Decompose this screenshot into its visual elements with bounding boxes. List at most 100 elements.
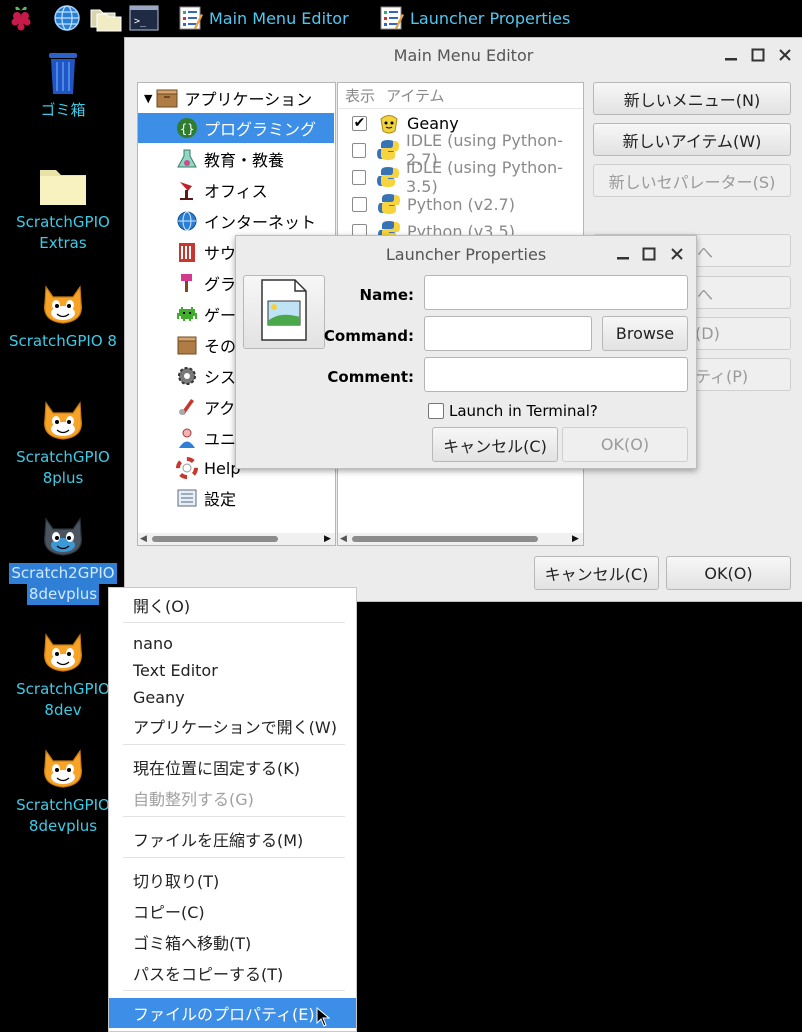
desktop-icon-label: ScratchGPIO 8 <box>9 332 117 350</box>
scrollbar-thumb[interactable] <box>152 536 278 542</box>
scrollbar-thumb[interactable] <box>352 536 538 542</box>
minimize-icon[interactable] <box>610 236 636 272</box>
desktop-icon-label: 8dev <box>44 701 82 719</box>
geany-icon <box>377 111 401 135</box>
command-input[interactable] <box>424 316 592 351</box>
desktop-icon-scratchgpio-8[interactable]: ScratchGPIO 8 <box>0 281 126 352</box>
tree-item-label: ゲー <box>204 306 237 325</box>
taskbar-task-label: Launcher Properties <box>410 8 571 28</box>
menu-item-cut[interactable]: 切り取り(T) <box>109 866 356 894</box>
menu-item-nano[interactable]: nano <box>109 629 356 657</box>
show-checkbox[interactable] <box>352 169 366 185</box>
menu-item-copy[interactable]: コピー(C) <box>109 897 356 925</box>
tree-item-label: サウ <box>204 244 237 263</box>
desktop-icon-label: ScratchGPIO <box>16 796 110 814</box>
tree-item-office[interactable]: オフィス <box>138 175 334 205</box>
file-manager-icon[interactable] <box>89 3 123 33</box>
scratch-cat-icon <box>37 397 89 443</box>
scroll-left-icon[interactable]: ◀ <box>140 534 147 544</box>
menu-item-auto-arrange[interactable]: 自動整列する(G) <box>109 784 356 812</box>
menu-separator <box>123 857 345 858</box>
new-item-button[interactable]: 新しいアイテム(W) <box>593 123 791 156</box>
menu-item-move-to-trash[interactable]: ゴミ箱へ移動(T) <box>109 928 356 956</box>
scroll-right-icon[interactable]: ▶ <box>324 534 331 544</box>
list-item[interactable]: IDLE (using Python-3.5) <box>338 158 580 196</box>
terminal-icon[interactable]: >_ <box>129 3 159 33</box>
list-item[interactable]: Python (v2.7) <box>338 191 580 217</box>
column-header-show[interactable]: 表示 <box>338 85 382 106</box>
desktop-icon-trash[interactable]: ゴミ箱 <box>0 50 126 121</box>
desktop-icon-label: Extras <box>39 234 87 252</box>
tree-item-programming[interactable]: {} プログラミング <box>138 113 334 143</box>
ok-button[interactable]: OK(O) <box>562 427 688 462</box>
desktop-icon-scratchgpio-extras[interactable]: ScratchGPIO Extras <box>0 162 126 254</box>
column-header-item[interactable]: アイテム <box>382 85 445 106</box>
tree-item-label: プログラミング <box>204 120 317 139</box>
menu-item-geany[interactable]: Geany <box>109 683 356 711</box>
cancel-button[interactable]: キャンセル(C) <box>432 427 558 462</box>
comment-input[interactable] <box>424 357 688 392</box>
games-icon <box>176 303 198 325</box>
menu-item-pin-position[interactable]: 現在位置に固定する(K) <box>109 753 356 781</box>
cancel-button[interactable]: キャンセル(C) <box>534 556 659 590</box>
taskbar-task-main-menu-editor[interactable]: Main Menu Editor <box>178 3 349 33</box>
title-bar[interactable]: Launcher Properties <box>236 236 696 272</box>
desktop-icon-label: 8devplus <box>26 584 100 605</box>
web-browser-icon[interactable] <box>52 3 82 33</box>
button-label: へ <box>697 242 714 262</box>
menu-separator <box>123 744 345 745</box>
button-label: へ <box>697 284 714 304</box>
menu-item-copy-path[interactable]: パスをコピーする(T) <box>109 959 356 987</box>
graphics-icon <box>176 272 198 294</box>
menu-item-text-editor[interactable]: Text Editor <box>109 656 356 684</box>
context-menu: 開く(O) nano Text Editor Geany アプリケーションで開く… <box>108 587 357 1032</box>
python-icon <box>376 165 400 189</box>
desktop-icon-scratchgpio-8plus[interactable]: ScratchGPIO 8plus <box>0 397 126 489</box>
new-separator-button[interactable]: 新しいセパレーター(S) <box>593 164 791 197</box>
title-bar[interactable]: Main Menu Editor <box>125 38 802 72</box>
launch-in-terminal-checkbox[interactable] <box>428 403 444 419</box>
raspberry-menu-icon[interactable] <box>6 3 36 33</box>
tree-item-preferences[interactable]: 設定 <box>138 483 334 513</box>
menu-item-open[interactable]: 開く(O) <box>109 591 356 619</box>
window-title: Main Menu Editor <box>393 45 534 65</box>
scratch-cat-icon <box>37 745 89 791</box>
menu-separator <box>123 622 345 623</box>
browse-button[interactable]: Browse <box>602 316 688 351</box>
tree-item-education[interactable]: 教育・教養 <box>138 144 334 174</box>
name-input[interactable] <box>424 275 688 310</box>
desktop-icon-label: ScratchGPIO <box>16 213 110 231</box>
tree-item-internet[interactable]: インターネット <box>138 206 334 236</box>
menu-item-open-with[interactable]: アプリケーションで開く(W) <box>109 712 356 740</box>
svg-text:{}: {} <box>180 122 194 136</box>
office-icon <box>176 179 198 201</box>
comment-label: Comment: <box>327 368 414 386</box>
items-scrollbar[interactable]: ◀ ▶ <box>338 533 583 545</box>
taskbar: >_ Main Menu Editor Launcher Properties <box>0 0 802 36</box>
launch-in-terminal-option[interactable]: Launch in Terminal? <box>428 402 598 420</box>
minimize-icon[interactable] <box>718 38 744 72</box>
close-icon[interactable] <box>664 236 690 272</box>
expander-down-icon[interactable]: ▼ <box>144 92 152 105</box>
menu-editor-icon <box>379 5 405 31</box>
scroll-right-icon[interactable]: ▶ <box>572 534 579 544</box>
tree-item-label: インターネット <box>204 213 317 232</box>
launcher-properties-dialog: Launcher Properties Name: Command: Brows… <box>235 235 697 469</box>
show-checkbox[interactable]: ✔ <box>352 115 367 131</box>
menu-editor-icon <box>178 5 204 31</box>
tree-root[interactable]: ▼ アプリケーション <box>138 83 335 113</box>
taskbar-task-launcher-properties[interactable]: Launcher Properties <box>379 3 570 33</box>
maximize-icon[interactable] <box>745 38 771 72</box>
python-icon <box>377 192 401 216</box>
show-checkbox[interactable] <box>352 196 367 212</box>
menu-item-compress[interactable]: ファイルを圧縮する(M) <box>109 825 356 853</box>
ok-button[interactable]: OK(O) <box>666 556 791 590</box>
new-menu-button[interactable]: 新しいメニュー(N) <box>593 82 791 115</box>
close-icon[interactable] <box>772 38 798 72</box>
tree-item-label: オフィス <box>204 182 268 201</box>
education-icon <box>176 148 198 170</box>
scroll-left-icon[interactable]: ◀ <box>340 534 347 544</box>
maximize-icon[interactable] <box>636 236 662 272</box>
show-checkbox[interactable] <box>352 142 366 158</box>
tree-scrollbar[interactable]: ◀ ▶ <box>138 533 335 545</box>
